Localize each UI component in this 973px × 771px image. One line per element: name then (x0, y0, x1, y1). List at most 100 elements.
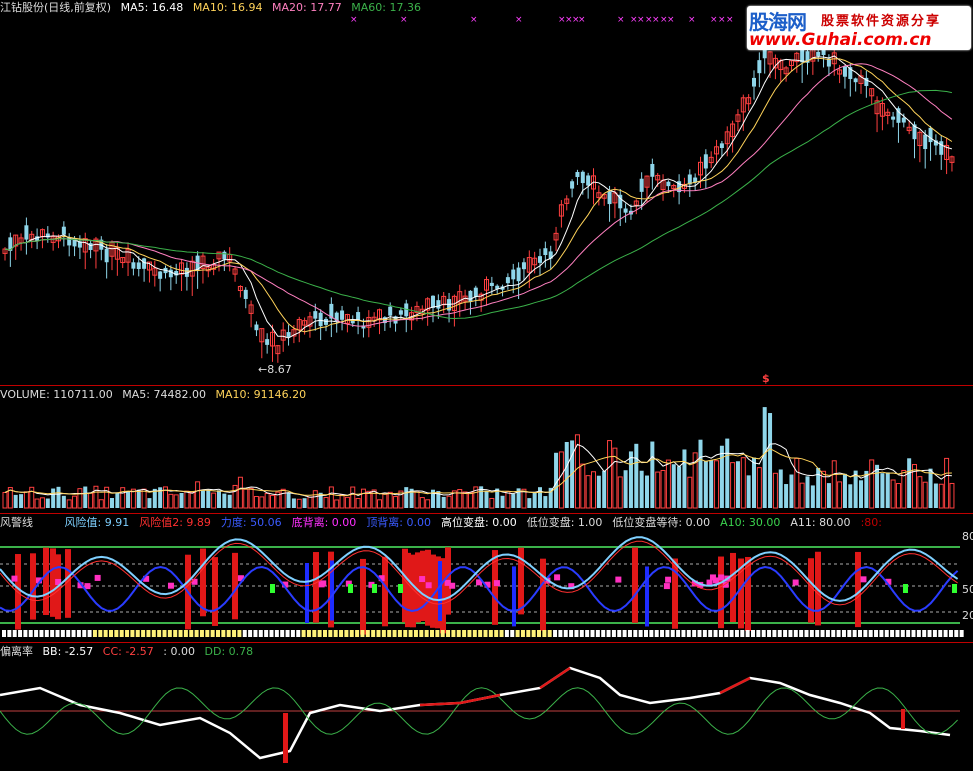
candle-down (842, 66, 847, 77)
volume-bar-down (628, 451, 633, 508)
volume-bar-down (752, 457, 756, 508)
bias-panel[interactable]: 偏离率 BB: -2.57 CC: -2.57 : 0.00 DD: 0.78 (0, 643, 973, 771)
risk-red-bar (382, 556, 388, 627)
risk-base-cell (574, 630, 579, 637)
risk-base-cell (114, 630, 119, 637)
volume-bar-up (98, 499, 104, 509)
risk-base-cell (504, 630, 509, 637)
signal-mark: × (617, 15, 625, 25)
watermark-slogan: 股票软件资源分享 (821, 14, 942, 29)
volume-bar-down (19, 494, 24, 508)
volume-bar-up (339, 494, 345, 509)
risk-base-cell (258, 630, 263, 637)
candle-down (473, 287, 478, 297)
volume-bar-down (885, 472, 890, 508)
risk-base-cell (595, 630, 600, 637)
candle-down (521, 262, 526, 270)
volume-bar-up (890, 479, 896, 509)
risk-green-mark (952, 584, 957, 593)
risk-base-cell (520, 630, 525, 637)
risk-base-cell (76, 630, 81, 637)
volume-bar-up (580, 463, 586, 509)
volume-bar-up (917, 476, 923, 509)
risk-base-cell (60, 630, 65, 637)
risk-red-bar (730, 552, 736, 623)
risk-base-cell (627, 630, 632, 637)
candle-down (313, 311, 318, 319)
volume-bar-down (703, 461, 708, 508)
risk-pink-mark (665, 576, 672, 583)
risk-base-cell (312, 630, 317, 637)
risk-base-cell (531, 630, 536, 637)
candle-down (928, 127, 933, 143)
risk-pink-mark (444, 579, 451, 586)
volume-bar-down (762, 407, 767, 508)
risk-base-cell (424, 630, 429, 637)
volume-bar-up (2, 491, 8, 509)
bias-bb-line (0, 666, 951, 760)
candle-down (666, 181, 671, 187)
volume-bar-down (810, 485, 815, 508)
bias-chart[interactable] (0, 643, 973, 771)
volume-bar-down (875, 464, 880, 508)
candle-down (136, 262, 141, 270)
risk-base-cell (274, 630, 279, 637)
risk-base-cell (510, 630, 515, 637)
risk-base-cell (579, 630, 584, 637)
volume-ma5-line (4, 443, 952, 498)
risk-base-cell (911, 630, 916, 637)
risk-base-cell (906, 630, 911, 637)
risk-base-cell (467, 630, 472, 637)
risk-panel[interactable]: 风警线 风险值: 9.91 风险值2: 9.89 力度: 50.06 底背离: 0.0… (0, 514, 973, 642)
volume-bar-up (248, 487, 254, 509)
volume-bar-up (344, 496, 350, 509)
risk-base-cell (772, 630, 777, 637)
volume-bar-up (558, 451, 564, 509)
volume-bar-up (462, 491, 468, 509)
risk-red-bar (632, 547, 638, 623)
volume-bar-up (93, 485, 99, 509)
volume-bar-down (61, 495, 66, 508)
volume-bar-down (404, 487, 409, 508)
risk-base-cell (34, 630, 39, 637)
candle-down (158, 271, 163, 279)
risk-base-cell (809, 630, 814, 637)
volume-bar-down (500, 495, 505, 508)
risk-base-cell (183, 630, 188, 637)
risk-base-cell (676, 630, 681, 637)
candle-down (719, 143, 724, 149)
volume-bar-up (687, 476, 693, 509)
risk-base-cell (269, 630, 274, 637)
volume-bar-down (200, 490, 205, 508)
risk-base-cell (221, 630, 226, 637)
price-panel[interactable]: 江钻股份(日线,前复权) MA5: 16.48 MA10: 16.94 MA20… (0, 0, 973, 385)
risk-base-cell (87, 630, 92, 637)
volume-bar-up (714, 460, 720, 509)
volume-bar-down (179, 492, 184, 508)
risk-base-cell (472, 630, 477, 637)
risk-base-cell (242, 630, 247, 637)
candle-down (511, 269, 516, 280)
risk-base-cell (686, 630, 691, 637)
volume-bar-up (831, 460, 837, 509)
risk-pink-mark (318, 581, 325, 588)
volume-bar-down (746, 475, 751, 508)
volume-bar-up (591, 471, 596, 509)
volume-panel[interactable]: VOLUME: 110711.00 MA5: 74482.00 MA10: 91… (0, 386, 973, 513)
risk-base-cell (553, 630, 558, 637)
risk-base-cell (874, 630, 879, 637)
volume-bar-up (280, 488, 286, 509)
volume-chart[interactable] (0, 386, 973, 513)
bias-cc-segment (719, 676, 751, 695)
volume-bar-up (312, 490, 318, 509)
risk-base-cell (92, 630, 97, 637)
candlestick-chart[interactable]: × × × × × × ×× × × × × × × × × × × × (0, 0, 973, 385)
risk-base-cell (440, 630, 445, 637)
risk-base-cell (296, 630, 301, 637)
low-price-label: ←8.67 (258, 363, 292, 376)
volume-bar-down (126, 491, 131, 508)
risk-base-cell (387, 630, 392, 637)
volume-bar-up (740, 457, 746, 509)
volume-bar-up (307, 496, 313, 509)
risk-chart[interactable] (0, 514, 973, 642)
